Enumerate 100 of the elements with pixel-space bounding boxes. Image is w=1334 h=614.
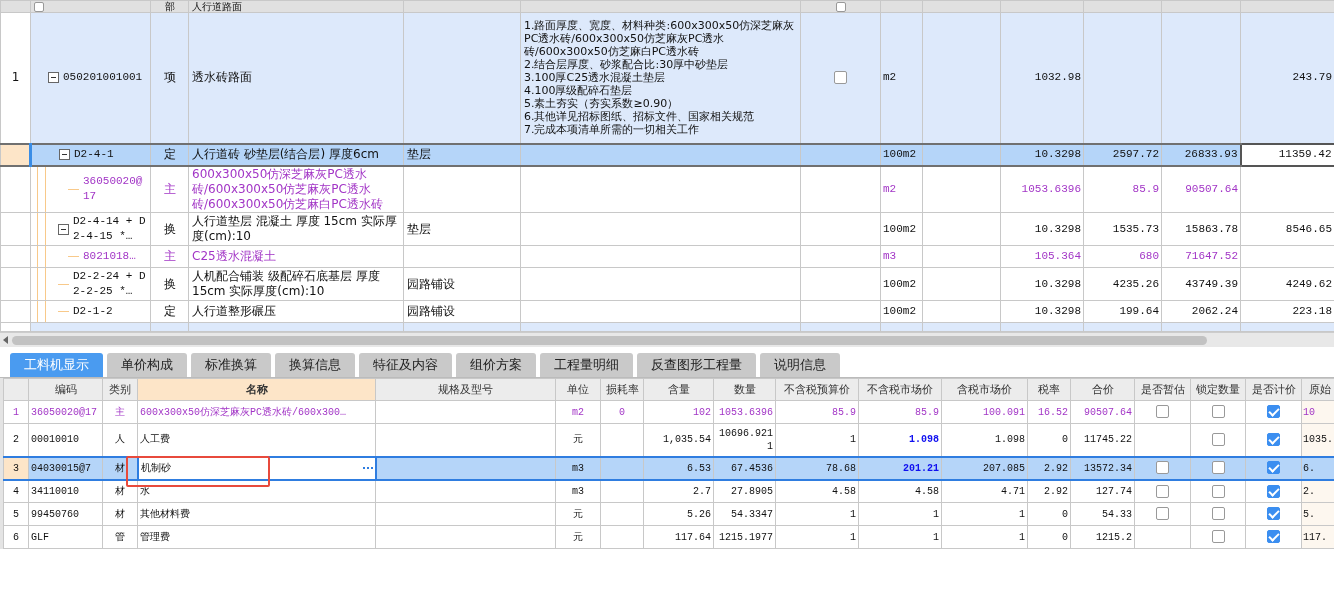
column-header[interactable]: 不含税预算价: [775, 378, 859, 401]
value-cell: 102: [693, 406, 711, 418]
name-cell: 人机配合铺装 级配碎石底基层 厚度 15cm 实际厚度(cm):10: [192, 269, 380, 298]
checkbox[interactable]: [1211, 484, 1225, 498]
checkbox[interactable]: [1267, 507, 1280, 521]
type-cell: 材: [115, 485, 125, 497]
code-cell: 99450760: [31, 508, 79, 520]
value-cell: 13572.34: [1084, 462, 1132, 474]
value-cell: 100m2: [883, 305, 916, 317]
tab[interactable]: 特征及内容: [359, 353, 452, 377]
checkbox[interactable]: [34, 2, 44, 12]
checkbox[interactable]: [1211, 433, 1225, 447]
tab[interactable]: 说明信息: [760, 353, 840, 377]
value-cell: 1215.2: [1096, 531, 1132, 543]
name-cell: 人行道路面: [188, 0, 404, 13]
column-header[interactable]: 锁定数量: [1190, 378, 1246, 401]
row-number: 1: [13, 406, 19, 418]
checkbox[interactable]: [1267, 461, 1280, 475]
column-header[interactable]: 不含税市场价: [858, 378, 942, 401]
checkbox[interactable]: [1156, 484, 1169, 498]
row-number: 1: [11, 70, 20, 85]
value-cell: 100m2: [883, 222, 916, 235]
column-header[interactable]: 数量: [713, 378, 776, 401]
checkbox[interactable]: [1211, 405, 1225, 419]
value-cell: 1053.6396: [1021, 182, 1081, 195]
checkbox[interactable]: [1156, 405, 1169, 419]
value-cell: 8546.65: [1285, 222, 1332, 235]
column-header[interactable]: 编码: [28, 378, 103, 401]
value-cell: 1215.1977: [719, 531, 773, 543]
value-cell: 0: [1062, 508, 1068, 520]
column-header[interactable]: 是否暂估: [1134, 378, 1191, 401]
checkbox[interactable]: [835, 2, 846, 12]
column-header[interactable]: 名称: [137, 378, 376, 401]
tab[interactable]: 标准换算: [191, 353, 271, 377]
value-cell: 1.098: [995, 434, 1025, 446]
type-cell: 定: [163, 304, 176, 318]
tab[interactable]: 换算信息: [275, 353, 355, 377]
column-header[interactable]: 单位: [555, 378, 601, 401]
value-cell: 54.3347: [731, 508, 773, 520]
collapse-icon[interactable]: [48, 72, 59, 84]
column-header[interactable]: 是否计价: [1245, 378, 1302, 401]
value-cell: 11745.22: [1084, 434, 1132, 446]
tab[interactable]: 组价方案: [456, 353, 536, 377]
feature-line: 4.100厚级配碎石垫层: [524, 84, 634, 98]
tab[interactable]: 反查图形工程量: [637, 353, 756, 377]
column-header[interactable]: 含税市场价: [941, 378, 1028, 401]
checkbox[interactable]: [1211, 461, 1225, 475]
column-header[interactable]: 税率: [1027, 378, 1071, 401]
scroll-left-icon[interactable]: [3, 336, 8, 344]
type-cell: 部: [150, 0, 189, 13]
column-header[interactable]: 规格及型号: [375, 378, 556, 401]
checkbox[interactable]: [1267, 433, 1280, 447]
checkbox[interactable]: [834, 71, 847, 85]
name-cell-text: 600x300x50仿深芝麻灰PC透水砖/600x300…: [140, 405, 347, 420]
checkbox[interactable]: [1156, 507, 1169, 521]
column-header[interactable]: 含量: [643, 378, 714, 401]
value-cell: 117.: [1303, 531, 1327, 543]
checkbox[interactable]: [1267, 530, 1280, 544]
type-cell: 换: [163, 221, 176, 236]
value-cell: 207.085: [983, 462, 1025, 474]
type-cell: 换: [163, 276, 176, 291]
collapse-icon[interactable]: [59, 149, 70, 160]
value-cell: 2062.24: [1191, 305, 1238, 317]
checkbox[interactable]: [1211, 530, 1225, 544]
row-number: 3: [13, 462, 19, 474]
column-header[interactable]: 原始: [1301, 378, 1334, 401]
column-header[interactable]: 合价: [1070, 378, 1135, 401]
checkbox[interactable]: [1156, 461, 1169, 475]
tab[interactable]: 工程量明细: [540, 353, 633, 377]
value-cell: 1053.6396: [719, 406, 773, 418]
value-cell: 100.091: [983, 406, 1025, 418]
row-number: 4: [13, 485, 19, 497]
value-cell: 10.3298: [1034, 277, 1081, 290]
value-cell: 2.92: [1044, 462, 1068, 474]
value-cell: 680: [1139, 250, 1159, 262]
code-cell: GLF: [31, 531, 49, 543]
collapse-icon[interactable]: [58, 223, 69, 235]
value-cell: 26833.93: [1184, 148, 1238, 160]
code-cell: D2-2-24 + D2-2-25 *…: [73, 269, 147, 299]
feature-line: 5.素土夯实（夯实系数≥0.90）: [524, 97, 680, 111]
name-cell-text: 管理费: [140, 530, 170, 545]
value-cell: 5.: [1303, 508, 1315, 520]
tab[interactable]: 单价构成: [107, 353, 187, 377]
checkbox[interactable]: [1267, 484, 1280, 498]
value-cell: 1,035.54: [663, 434, 711, 446]
value-cell: 100m2: [883, 277, 916, 290]
value-cell: 117.64: [675, 531, 711, 543]
column-header[interactable]: 类别: [102, 378, 138, 401]
horizontal-scrollbar[interactable]: [0, 332, 1334, 347]
checkbox[interactable]: [1211, 507, 1225, 521]
column-header[interactable]: 损耗率: [600, 378, 644, 401]
name-cell: C25透水混凝土: [192, 249, 276, 263]
value-cell: 10696.9211: [719, 427, 773, 452]
spec-cell: 园路铺设: [407, 304, 455, 318]
unit-cell: m2: [572, 406, 584, 418]
value-cell: m2: [883, 182, 897, 195]
checkbox[interactable]: [1267, 405, 1280, 419]
type-cell: 材: [115, 508, 125, 520]
name-cell-text: 水: [140, 484, 150, 499]
loss-cell: 0: [619, 406, 625, 418]
